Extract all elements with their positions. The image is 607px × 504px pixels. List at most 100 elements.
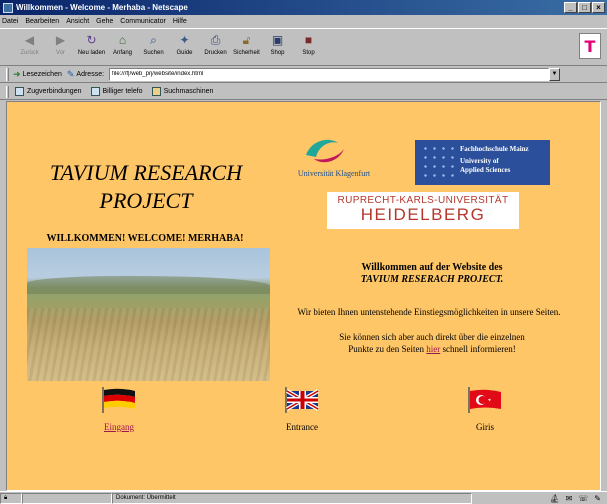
forward-label: Vor (55, 50, 65, 56)
maximize-button[interactable]: □ (578, 2, 591, 13)
personal-toolbar: Zugverbindungen Billiger telefo Suchmasc… (0, 84, 607, 100)
bookmark-icon: ➜ (13, 68, 21, 79)
toolbar-grip[interactable] (6, 67, 9, 81)
home-button[interactable]: ⌂ Anfang (107, 29, 138, 65)
fh-name-line: University of (460, 157, 499, 165)
address-input[interactable] (109, 67, 550, 81)
klagenfurt-logo: Universität Klagenfurt (281, 135, 387, 183)
page-content: TAVIUM RESEARCH PROJECT Universität Klag… (6, 101, 601, 491)
fh-dots-pattern (421, 144, 457, 182)
progress-meter (22, 492, 112, 504)
germany-flag[interactable] (101, 387, 137, 413)
shop-button[interactable]: ▣ Shop (262, 29, 293, 65)
welcome-heading: WILLKOMMEN! WELCOME! MERHABA! (46, 233, 244, 244)
menu-communicator[interactable]: Communicator (120, 18, 166, 25)
klagenfurt-name: Universität Klagenfurt (297, 169, 371, 178)
bookmark-page-icon (15, 87, 24, 96)
personal-item-suchmaschinen[interactable]: Suchmaschinen (151, 87, 214, 96)
back-arrow-icon: ◀ (24, 33, 35, 47)
search-button[interactable]: ⌕ Suchen (138, 29, 169, 65)
direct-text: schnell informieren! (442, 344, 516, 354)
menu-gehe[interactable]: Gehe (96, 18, 113, 25)
giris-label[interactable]: Giris (450, 422, 520, 432)
direct-text: Punkte zu den Seiten (348, 344, 424, 354)
forward-button[interactable]: ▶ Vor (45, 29, 76, 65)
fh-name-line: Fachhochschule Mainz (460, 145, 529, 153)
address-label: Adresse: (76, 70, 105, 78)
shop-icon: ▣ (271, 33, 284, 47)
composer-icon[interactable]: ✎ (594, 494, 601, 503)
minimize-button[interactable]: _ (564, 2, 577, 13)
print-button[interactable]: ⎙ Drucken (200, 29, 231, 65)
stop-icon: ■ (304, 33, 313, 47)
page-title-line: TAVIUM RESEARCH (49, 160, 243, 185)
brand-logo[interactable]: T (579, 33, 601, 59)
menu-bearbeiten[interactable]: Bearbeiten (25, 18, 59, 25)
window-title: Willkommen - Welcome - Merhaba - Netscap… (16, 3, 188, 12)
photo-hill (27, 276, 270, 294)
stop-label: Stop (302, 50, 315, 56)
fh-mainz-logo: Fachhochschule Mainz University of Appli… (415, 140, 550, 185)
window-titlebar: Willkommen - Welcome - Merhaba - Netscap… (0, 0, 607, 15)
uk-flag[interactable] (284, 387, 320, 413)
personal-item-zugverbindungen[interactable]: Zugverbindungen (15, 87, 82, 96)
photo-field (27, 308, 270, 381)
close-button[interactable]: × (592, 2, 605, 13)
security-label: Sicherheit (233, 50, 260, 56)
lock-icon: 🔓︎ (242, 33, 251, 47)
netscape-app-icon (3, 2, 13, 13)
bookmark-page-icon (90, 87, 100, 96)
personal-item-label: Suchmaschinen (163, 88, 214, 95)
status-message: Dokument: Übermittelt (112, 492, 472, 504)
menu-ansicht[interactable]: Ansicht (66, 18, 89, 25)
klagenfurt-emblem (306, 139, 344, 163)
page-title-line: PROJECT (99, 188, 193, 213)
menu-hilfe[interactable]: Hilfe (173, 18, 187, 25)
navigator-icon[interactable]: ⛵︎ (549, 494, 559, 503)
guide-icon: ✦ (179, 33, 190, 47)
heidelberg-logo: RUPRECHT-KARLS-UNIVERSITÄT HEIDELBERG (327, 192, 519, 229)
reload-button[interactable]: ↻ Neu laden (76, 29, 107, 65)
personal-item-label: Zugverbindungen (27, 88, 82, 95)
reload-icon: ↻ (86, 33, 97, 47)
forward-arrow-icon: ▶ (55, 33, 66, 47)
stop-button[interactable]: ■ Stop (293, 29, 324, 65)
hier-link[interactable]: hier (426, 344, 440, 354)
intro-line: Willkommen auf der Website des (361, 262, 503, 273)
home-label: Anfang (112, 50, 133, 56)
guide-button[interactable]: ✦ Guide (169, 29, 200, 65)
entrance-label[interactable]: Entrance (267, 422, 337, 432)
eingang-link[interactable]: Eingang (84, 422, 154, 432)
direct-links-text: Sie können sich aber auch direkt über di… (277, 331, 587, 355)
print-label: Drucken (204, 50, 227, 56)
back-button[interactable]: ◀ Zurück (14, 29, 45, 65)
page-proxy-icon[interactable]: ✎ (67, 69, 75, 80)
heidelberg-name-line: HEIDELBERG (360, 205, 486, 224)
direct-line: Sie können sich aber auch direkt über di… (339, 332, 525, 342)
security-status-icon[interactable]: 🔒︎ (0, 492, 22, 504)
location-bar: ➜ Lesezeichen ✎ Adresse: ▼ (0, 66, 607, 83)
personal-item-billiger-telefo[interactable]: Billiger telefo (90, 87, 143, 96)
home-icon: ⌂ (118, 33, 127, 47)
print-icon: ⎙ (210, 33, 221, 47)
turkey-flag[interactable] (467, 387, 503, 413)
search-label: Suchen (143, 50, 164, 56)
window-controls: _ □ × (564, 2, 605, 13)
chevron-down-icon[interactable]: ▼ (549, 67, 561, 81)
menu-datei[interactable]: Datei (2, 18, 18, 25)
offer-text: Wir bieten Ihnen untenstehende Einstiegs… (297, 307, 561, 317)
discussion-icon[interactable]: ☏ (578, 494, 588, 503)
reload-label: Neu laden (77, 50, 106, 56)
landscape-photo (27, 248, 270, 381)
mail-icon[interactable]: ✉︎ (566, 494, 573, 503)
toolbar-grip[interactable] (6, 85, 9, 98)
folder-icon (151, 87, 161, 96)
component-bar: ⛵︎ ✉︎ ☏ ✎ (549, 494, 607, 503)
back-label: Zurück (20, 50, 39, 56)
guide-label: Guide (176, 50, 193, 56)
bookmarks-button[interactable]: Lesezeichen (23, 71, 62, 78)
search-icon: ⌕ (150, 33, 157, 47)
security-button[interactable]: 🔓︎ Sicherheit (231, 29, 262, 65)
intro-text: Willkommen auf der Website des TAVIUM RE… (277, 262, 587, 286)
navigation-toolbar: ◀ Zurück ▶ Vor ↻ Neu laden ⌂ Anfang ⌕ Su… (0, 28, 607, 66)
